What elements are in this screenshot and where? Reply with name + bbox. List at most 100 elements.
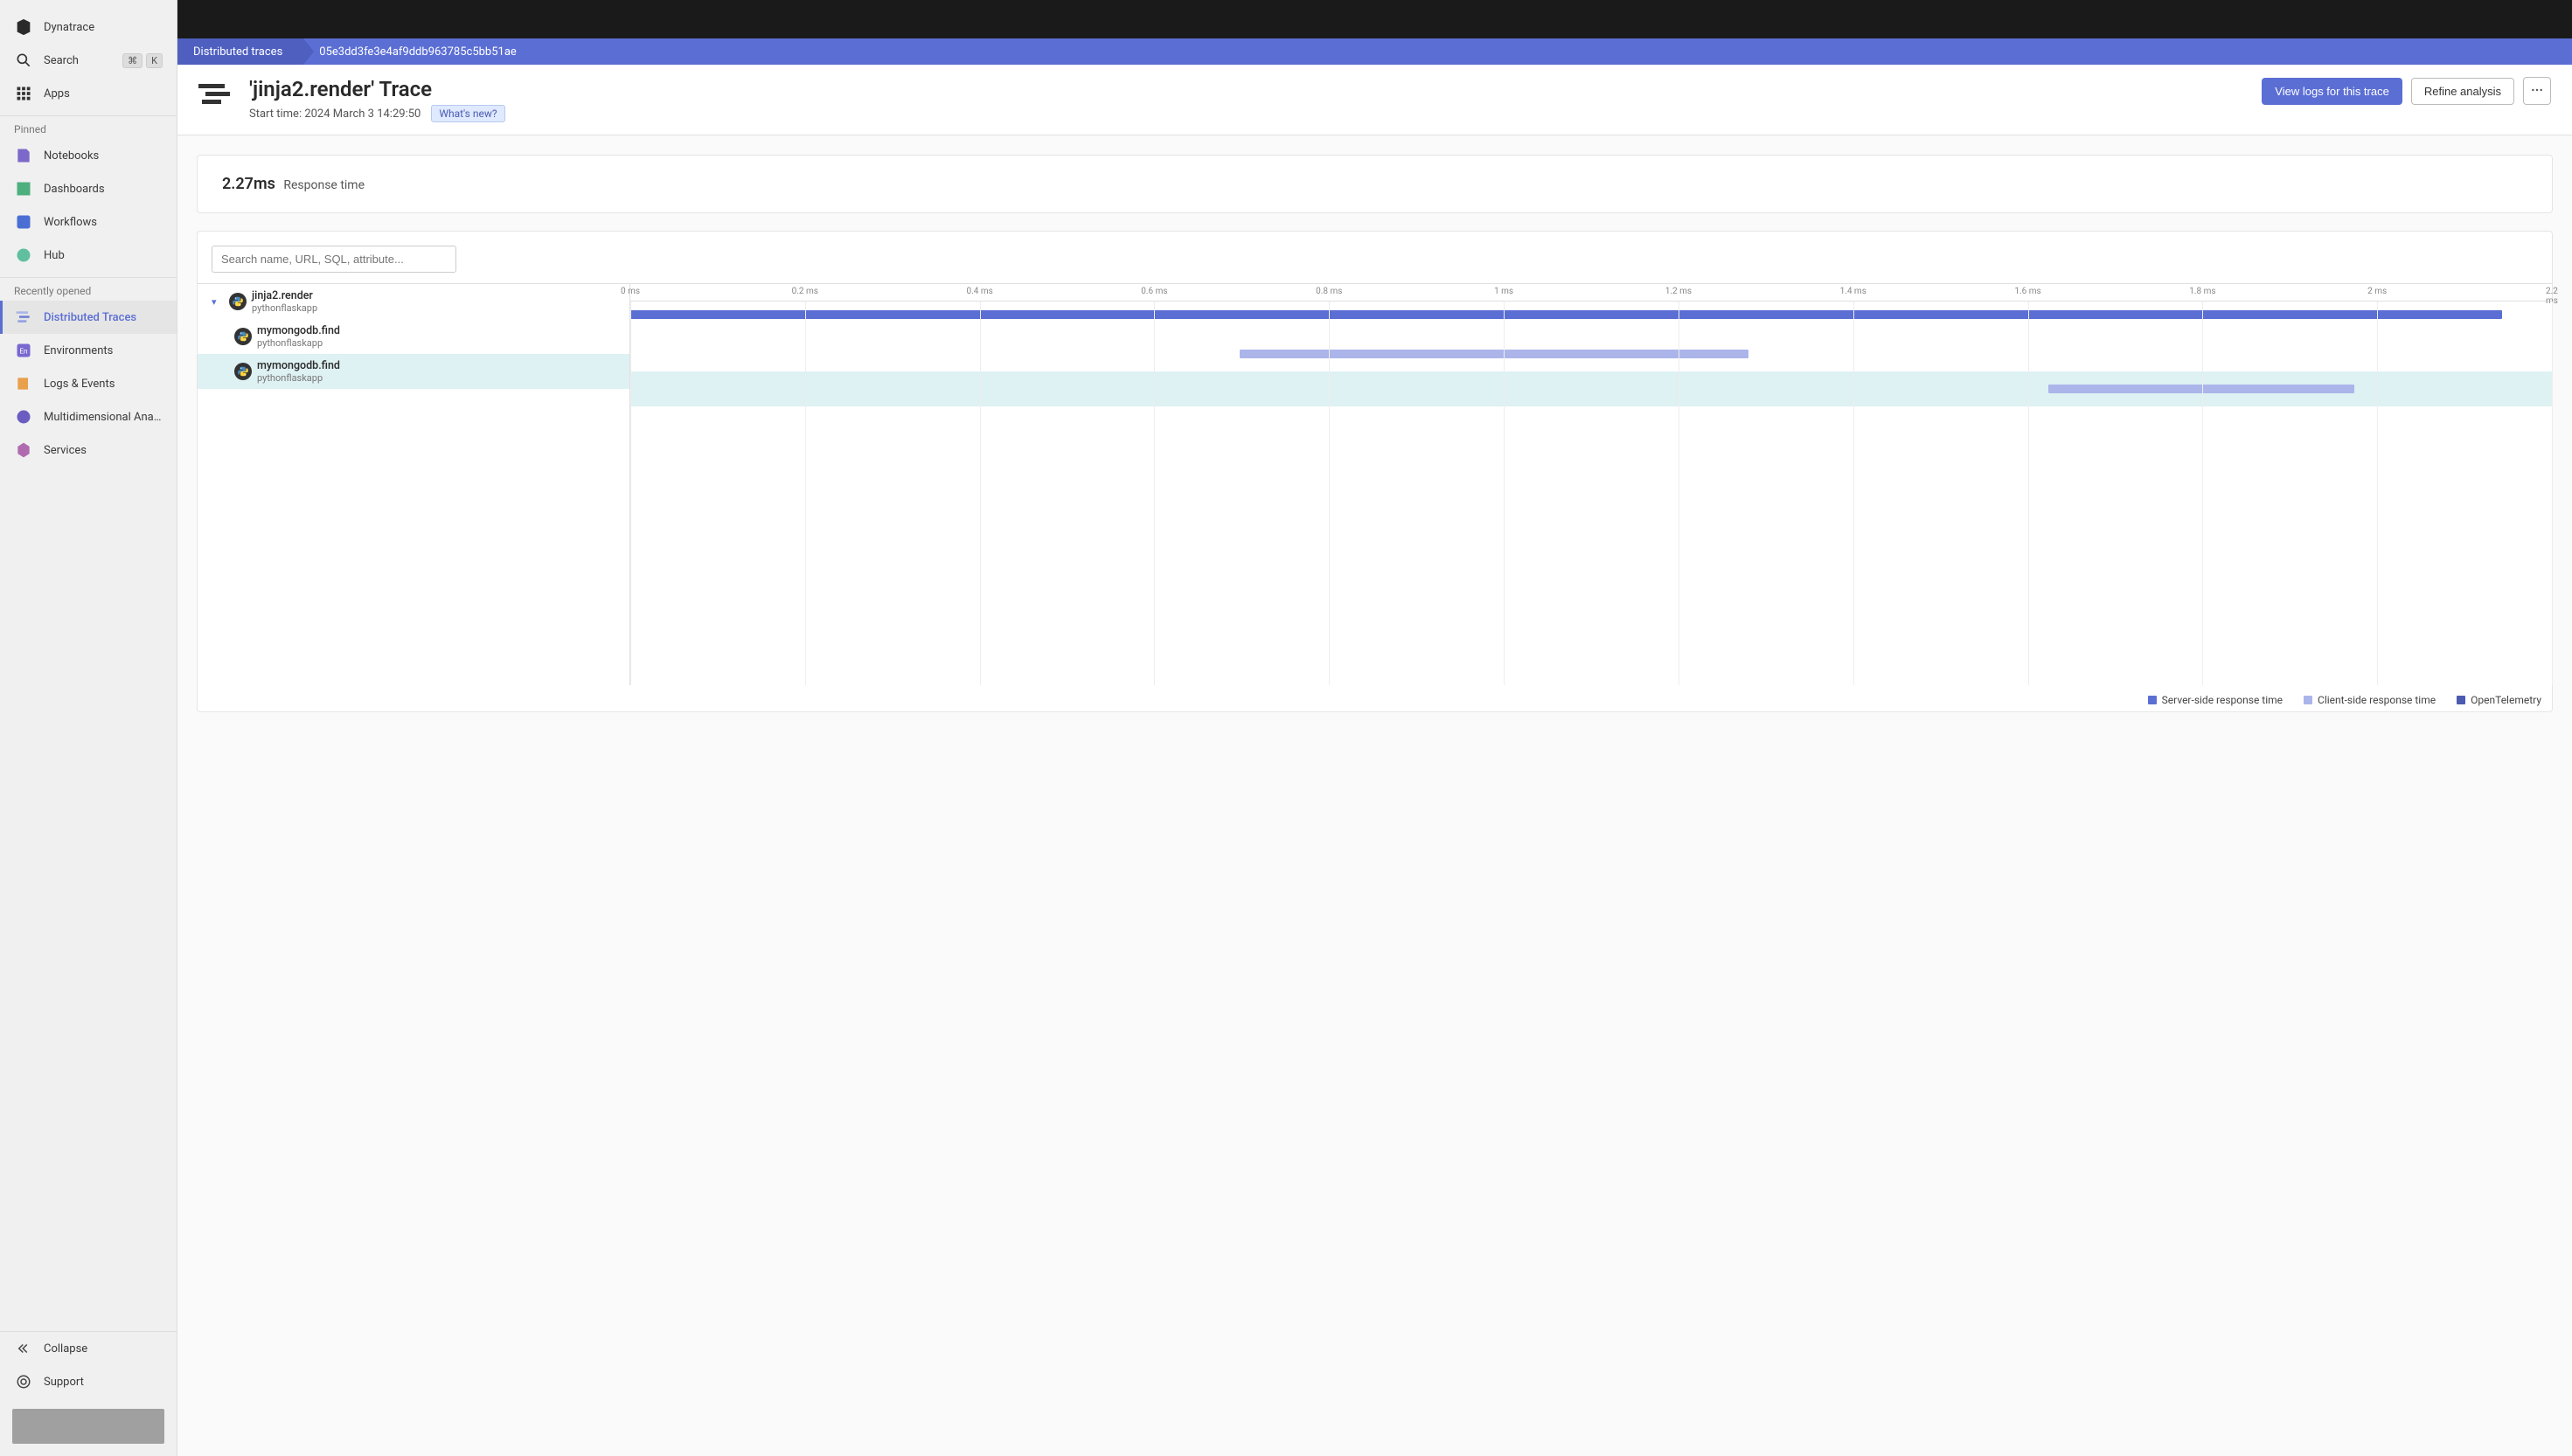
python-icon [234, 328, 252, 345]
sidebar-item-notebooks[interactable]: Notebooks [0, 139, 177, 172]
span-bar[interactable] [630, 310, 2502, 319]
traces-icon [14, 308, 33, 327]
main-content: Distributed traces 05e3dd3fe3e4af9ddb963… [177, 0, 2572, 1456]
apps-row[interactable]: Apps [0, 77, 177, 110]
span-name: jinja2.render [252, 289, 317, 302]
timeline-row[interactable] [630, 371, 2552, 406]
timeline-tick: 1.6 ms [2014, 287, 2040, 296]
brand-label: Dynatrace [44, 21, 94, 34]
span-service: pythonflaskapp [252, 302, 317, 314]
analysis-icon [14, 407, 33, 426]
user-block[interactable] [12, 1409, 164, 1444]
legend-client: Client-side response time [2304, 694, 2436, 706]
support-icon [14, 1372, 33, 1391]
span-name: mymongodb.find [257, 359, 340, 372]
sidebar-item-logs-events[interactable]: Logs & Events [0, 367, 177, 400]
python-icon [234, 363, 252, 380]
sidebar-item-workflows[interactable]: Workflows [0, 205, 177, 239]
dynatrace-logo-icon [14, 17, 33, 37]
dashboards-icon [14, 179, 33, 198]
sidebar-item-multidimensional-analysis[interactable]: Multidimensional Anal… [0, 400, 177, 433]
timeline-tick: 1.4 ms [1840, 287, 1866, 296]
brand-row[interactable]: Dynatrace [0, 10, 177, 44]
span-bar[interactable] [1240, 350, 1748, 358]
sidebar-item-environments[interactable]: En Environments [0, 334, 177, 367]
timeline-tick: 1.8 ms [2189, 287, 2215, 296]
timeline-tick: 0 ms [621, 287, 640, 296]
span-row[interactable]: mymongodb.findpythonflaskapp [198, 354, 629, 389]
titlebar [177, 0, 2572, 38]
collapse-icon [14, 1339, 33, 1358]
grid-line [1853, 302, 1854, 685]
span-service: pythonflaskapp [257, 337, 340, 349]
timeline-tick: 2 ms [2367, 287, 2387, 296]
search-row[interactable]: Search ⌘ K [0, 44, 177, 77]
timeline-tick: 1 ms [1494, 287, 1513, 296]
workflows-icon [14, 212, 33, 232]
legend-server: Server-side response time [2148, 694, 2283, 706]
timeline-tick: 0.2 ms [792, 287, 818, 296]
sidebar-item-services[interactable]: Services [0, 433, 177, 467]
hub-icon [14, 246, 33, 265]
timeline-row[interactable] [630, 302, 2552, 336]
trace-header-icon [198, 80, 237, 108]
grid-line [1504, 302, 1505, 685]
legend-otel: OpenTelemetry [2457, 694, 2541, 706]
environments-icon: En [14, 341, 33, 360]
legend: Server-side response time Client-side re… [198, 685, 2552, 711]
grid-line [2202, 302, 2203, 685]
collapse-button[interactable]: Collapse [0, 1332, 177, 1365]
timeline-tick: 0.6 ms [1141, 287, 1167, 296]
span-search-input[interactable] [212, 246, 456, 273]
trace-waterfall-panel: ▾jinja2.renderpythonflaskappmymongodb.fi… [197, 231, 2553, 712]
timeline-tick: 1.2 ms [1665, 287, 1692, 296]
span-bar[interactable] [2048, 385, 2353, 393]
span-row[interactable]: ▾ jinja2.renderpythonflaskapp [198, 284, 629, 319]
support-button[interactable]: Support [0, 1365, 177, 1398]
refine-analysis-button[interactable]: Refine analysis [2411, 78, 2514, 105]
grid-line [2552, 302, 2553, 685]
grid-line [1329, 302, 1330, 685]
sidebar-item-distributed-traces[interactable]: Distributed Traces [0, 301, 177, 334]
whats-new-badge[interactable]: What's new? [431, 105, 504, 122]
grid-line [630, 302, 631, 685]
apps-label: Apps [44, 87, 70, 101]
sidebar-item-dashboards[interactable]: Dashboards [0, 172, 177, 205]
grid-line [1154, 302, 1155, 685]
response-time-card: 2.27ms Response time [197, 155, 2553, 213]
timeline-tick: 0.4 ms [966, 287, 992, 296]
grid-line [805, 302, 806, 685]
timeline-header: 0 ms0.2 ms0.4 ms0.6 ms0.8 ms1 ms1.2 ms1.… [630, 284, 2552, 302]
span-service: pythonflaskapp [257, 372, 340, 384]
span-row[interactable]: mymongodb.findpythonflaskapp [198, 319, 629, 354]
span-name: mymongodb.find [257, 324, 340, 337]
timeline-tick: 0.8 ms [1316, 287, 1342, 296]
span-list: ▾jinja2.renderpythonflaskappmymongodb.fi… [198, 284, 630, 685]
search-shortcut: ⌘ K [122, 53, 163, 68]
view-logs-button[interactable]: View logs for this trace [2262, 78, 2402, 105]
timeline-row[interactable] [630, 336, 2552, 371]
grid-line [980, 302, 981, 685]
ellipsis-icon [2530, 83, 2544, 100]
page-title: 'jinja2.render' Trace [249, 77, 505, 101]
svg-text:En: En [19, 347, 28, 356]
sidebar-item-hub[interactable]: Hub [0, 239, 177, 272]
notebooks-icon [14, 146, 33, 165]
breadcrumb-trace-id[interactable]: 05e3dd3fe3e4af9ddb963785c5bb51ae [303, 38, 532, 65]
more-actions-button[interactable] [2523, 77, 2551, 105]
chevron-down-icon[interactable]: ▾ [212, 296, 224, 308]
services-icon [14, 440, 33, 460]
grid-line [2377, 302, 2378, 685]
page-header: 'jinja2.render' Trace Start time: 2024 M… [177, 65, 2572, 135]
search-icon [14, 51, 33, 70]
grid-line [2028, 302, 2029, 685]
start-time-label: Start time: 2024 March 3 14:29:50 [249, 107, 421, 121]
python-icon [229, 293, 247, 310]
logs-icon [14, 374, 33, 393]
response-time-label: Response time [283, 178, 365, 192]
breadcrumb: Distributed traces 05e3dd3fe3e4af9ddb963… [177, 38, 2572, 65]
section-pinned: Pinned [0, 115, 177, 139]
breadcrumb-root[interactable]: Distributed traces [177, 38, 303, 65]
section-recent: Recently opened [0, 277, 177, 301]
timeline: 0 ms0.2 ms0.4 ms0.6 ms0.8 ms1 ms1.2 ms1.… [630, 284, 2552, 685]
